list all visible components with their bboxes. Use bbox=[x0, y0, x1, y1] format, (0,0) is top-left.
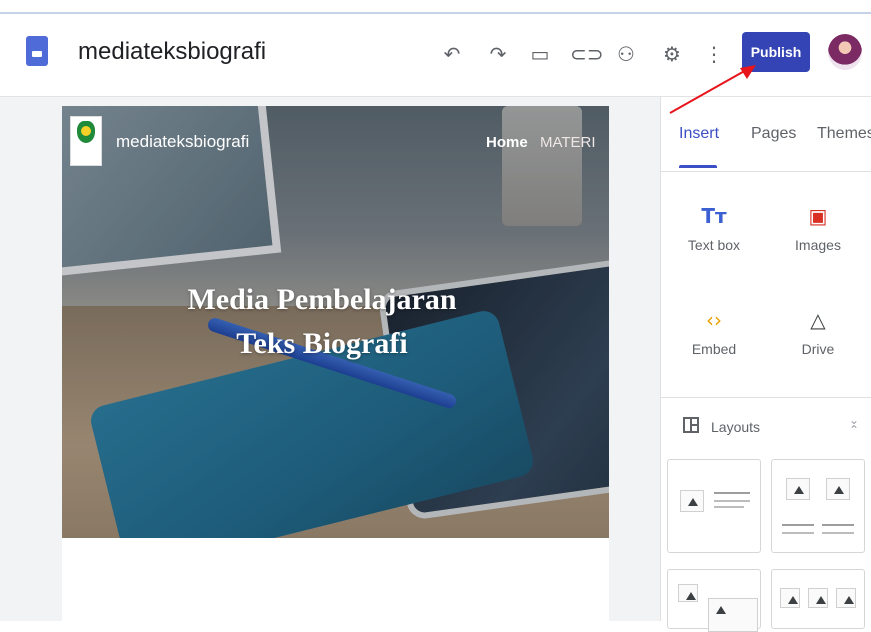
layout-line bbox=[714, 506, 744, 508]
preview-icon[interactable]: ▭ bbox=[528, 42, 552, 66]
layout-line bbox=[822, 532, 854, 534]
nav-materi-link[interactable]: MATERI bbox=[540, 134, 596, 151]
nav-home-link[interactable]: Home bbox=[486, 134, 528, 151]
text-box-icon: Tт bbox=[701, 204, 727, 228]
undo-icon[interactable]: ↶ bbox=[440, 42, 464, 66]
layout-line bbox=[714, 492, 750, 494]
images-label: Images bbox=[795, 237, 841, 253]
layout-option-3[interactable] bbox=[667, 569, 761, 632]
image-placeholder-icon bbox=[826, 478, 850, 500]
hero-banner[interactable]: mediateksbiografi Home MATERI Media Pemb… bbox=[62, 106, 609, 538]
more-vert-icon[interactable]: ⋮ bbox=[702, 42, 726, 66]
google-sites-icon[interactable] bbox=[26, 36, 48, 66]
image-placeholder-icon bbox=[786, 478, 810, 500]
image-placeholder-icon bbox=[808, 588, 828, 608]
hero-title-line1: Media Pembelajaran bbox=[187, 283, 457, 316]
text-box-label: Text box bbox=[687, 237, 741, 253]
active-tab-indicator bbox=[679, 165, 717, 168]
site-page[interactable]: mediateksbiografi Home MATERI Media Pemb… bbox=[62, 106, 609, 621]
window-top-border bbox=[0, 0, 871, 14]
site-logo[interactable] bbox=[70, 116, 102, 166]
hero-title-line2: Teks Biografi bbox=[236, 327, 408, 360]
drive-label: Drive bbox=[801, 341, 835, 357]
site-name[interactable]: mediateksbiografi bbox=[116, 132, 249, 152]
insert-drive[interactable]: △ Drive bbox=[773, 305, 863, 357]
image-placeholder-icon bbox=[708, 598, 758, 632]
layouts-icon bbox=[683, 417, 699, 433]
collapse-chevron-icon[interactable]: ⌄ ⌃ bbox=[849, 414, 859, 436]
publish-button[interactable]: Publish bbox=[742, 32, 810, 72]
toolbar: mediateksbiografi ↶ ↷ ▭ ⊂⊃ ⚇ ⚙ ⋮ Publish bbox=[0, 16, 871, 96]
image-placeholder-icon bbox=[836, 588, 856, 608]
insert-text-box[interactable]: Tт Text box bbox=[669, 201, 759, 253]
site-title[interactable]: mediateksbiografi bbox=[78, 38, 266, 66]
image-placeholder-icon bbox=[680, 490, 704, 512]
images-icon: ▣ bbox=[808, 204, 828, 228]
insert-embed[interactable]: ‹› Embed bbox=[669, 305, 759, 357]
layout-line bbox=[782, 532, 814, 534]
image-placeholder-icon bbox=[678, 584, 698, 602]
side-panel: Insert Pages Themes Tт Text box ▣ Images… bbox=[660, 97, 871, 632]
avatar[interactable] bbox=[828, 34, 862, 70]
layout-line bbox=[714, 500, 750, 502]
hero-title[interactable]: Media Pembelajaran Teks Biografi bbox=[162, 278, 482, 366]
layout-option-2[interactable] bbox=[771, 459, 865, 553]
layout-option-1[interactable] bbox=[667, 459, 761, 553]
editor-canvas: mediateksbiografi Home MATERI Media Pemb… bbox=[0, 97, 660, 621]
layout-line bbox=[782, 524, 814, 526]
share-icon[interactable]: ⚇ bbox=[614, 42, 638, 66]
drive-icon: △ bbox=[810, 308, 826, 332]
layout-line bbox=[822, 524, 854, 526]
embed-icon: ‹› bbox=[706, 308, 722, 332]
link-icon[interactable]: ⊂⊃ bbox=[570, 42, 604, 66]
embed-label: Embed bbox=[691, 341, 737, 357]
layout-option-4[interactable] bbox=[771, 569, 865, 629]
settings-icon[interactable]: ⚙ bbox=[660, 42, 684, 66]
image-placeholder-icon bbox=[780, 588, 800, 608]
panel-section-divider bbox=[661, 397, 871, 398]
tab-pages[interactable]: Pages bbox=[751, 125, 796, 143]
insert-images[interactable]: ▣ Images bbox=[773, 201, 863, 253]
layouts-label[interactable]: Layouts bbox=[711, 419, 760, 435]
tab-insert[interactable]: Insert bbox=[679, 125, 719, 143]
redo-icon[interactable]: ↷ bbox=[486, 42, 510, 66]
tab-themes[interactable]: Themes bbox=[817, 125, 871, 143]
panel-divider bbox=[661, 171, 871, 172]
